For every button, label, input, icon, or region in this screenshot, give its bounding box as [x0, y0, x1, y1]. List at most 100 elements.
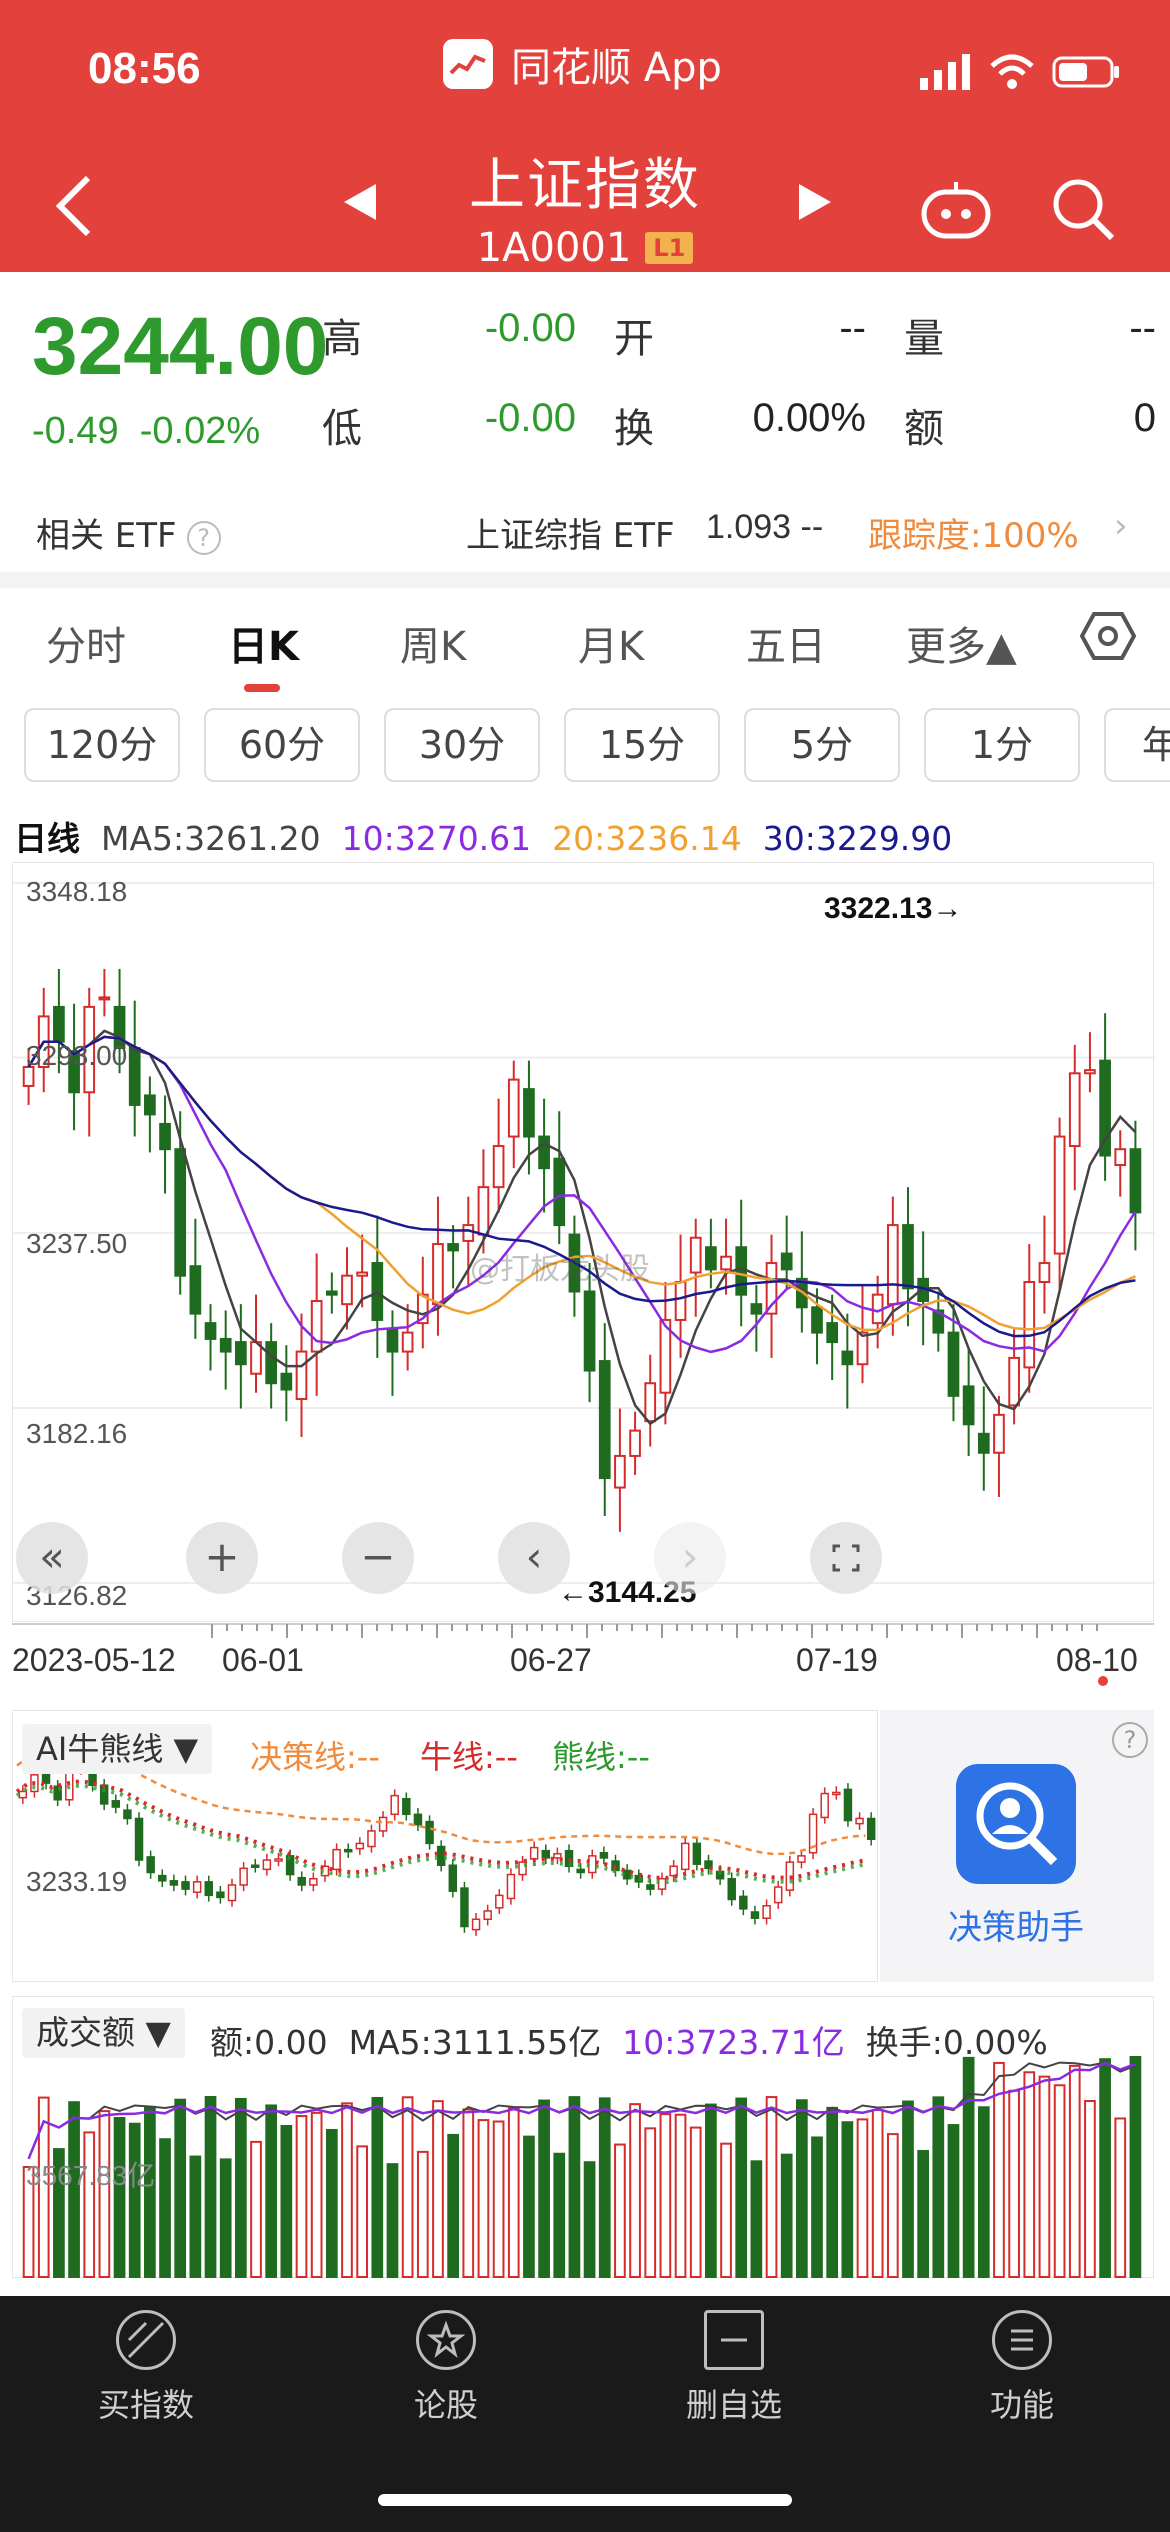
- assistant-label[interactable]: 决策助手: [948, 1900, 1084, 1949]
- zoom-out-icon[interactable]: −: [342, 1522, 414, 1594]
- volume-bar: [250, 2140, 262, 2278]
- tab-more[interactable]: 更多▲: [906, 614, 1017, 672]
- search-icon[interactable]: [1050, 176, 1116, 246]
- chevron-right-icon[interactable]: ›: [1114, 506, 1128, 546]
- volume-bar: [325, 2128, 338, 2278]
- ai-candle: [483, 1910, 492, 1921]
- volume-bar: [947, 2124, 960, 2278]
- status-icons: [918, 54, 1122, 90]
- tab-daily-k[interactable]: 日K: [228, 614, 299, 672]
- ai-candle: [367, 1830, 376, 1848]
- ai-candle: [332, 1848, 341, 1871]
- zoom-in-icon[interactable]: +: [186, 1522, 258, 1594]
- ai-candle: [378, 1816, 388, 1832]
- ai-candle: [413, 1813, 423, 1826]
- candle: [886, 1224, 899, 1306]
- robot-icon[interactable]: [920, 180, 992, 244]
- volume-bar: [1114, 2117, 1127, 2278]
- nav-buy-index[interactable]: 买指数: [46, 2310, 246, 2426]
- next-arrow-icon[interactable]: [795, 180, 835, 228]
- volume-bar: [113, 2117, 126, 2278]
- candle: [234, 1341, 247, 1366]
- fullscreen-icon[interactable]: [810, 1522, 882, 1594]
- ai-indicator-select[interactable]: AI牛熊线 ▼: [22, 1724, 213, 1774]
- turnover-value: 0.00%: [752, 396, 866, 440]
- volume-bar: [659, 2113, 672, 2279]
- candle: [462, 1224, 475, 1242]
- candle: [1053, 1135, 1066, 1255]
- turnover-label: 换: [614, 406, 654, 452]
- chip-120min[interactable]: 120分: [24, 708, 180, 782]
- candle: [644, 1382, 657, 1423]
- chip-1min[interactable]: 1分: [924, 708, 1080, 782]
- current-price: 3244.00: [32, 301, 329, 392]
- candle: [447, 1243, 459, 1252]
- tab-monthly-k[interactable]: 月K: [578, 614, 644, 672]
- nav-remove-watchlist[interactable]: 删自选: [634, 2310, 834, 2426]
- right-icon[interactable]: ›: [654, 1522, 726, 1594]
- chip-30min[interactable]: 30分: [384, 708, 540, 782]
- ai-candle: [471, 1918, 481, 1931]
- etf-tracking: 跟踪度:100%: [868, 516, 1079, 556]
- candle: [705, 1246, 717, 1271]
- chip-15min[interactable]: 15分: [564, 708, 720, 782]
- latest-dot: [1098, 1676, 1108, 1686]
- help-icon[interactable]: ?: [1112, 1722, 1148, 1758]
- candle: [144, 1094, 156, 1116]
- chip-60min[interactable]: 60分: [204, 708, 360, 782]
- title-block: 上证指数 1A0001 L1: [0, 140, 1170, 271]
- level-badge: L1: [645, 232, 694, 264]
- tab-intraday[interactable]: 分时: [46, 614, 126, 672]
- stock-code: 1A0001: [476, 225, 632, 271]
- signal-icon: [920, 54, 970, 90]
- volume-legend: 额:0.00 MA5:3111.55亿 10:3723.71亿 换手:0.00%: [210, 2023, 1048, 2062]
- volume-bar: [598, 2097, 611, 2278]
- remove-watchlist-icon: [704, 2310, 764, 2370]
- volume-indicator-select[interactable]: 成交额 ▼: [22, 2008, 185, 2058]
- candle: [1114, 1148, 1127, 1167]
- ai-candle: [134, 1817, 144, 1861]
- help-icon[interactable]: ?: [186, 520, 221, 555]
- nav-discuss[interactable]: 论股: [346, 2310, 546, 2426]
- volume-bar: [750, 2160, 763, 2278]
- kline-chart[interactable]: [12, 862, 1155, 1622]
- ai-candle: [239, 1867, 248, 1886]
- tab-five-day[interactable]: 五日: [746, 614, 826, 672]
- ai-candle: [762, 1904, 771, 1919]
- chip-year[interactable]: 年: [1104, 708, 1170, 782]
- volume-bar: [371, 2097, 384, 2278]
- ai-candle: [355, 1842, 365, 1850]
- app-logo-icon: [443, 39, 493, 89]
- price-change: -0.49 -0.02%: [32, 410, 261, 452]
- ma30-value: 30:3229.90: [762, 819, 953, 858]
- ai-candle: [216, 1891, 225, 1899]
- volume-bar: [128, 2122, 141, 2278]
- ai-candle: [390, 1794, 399, 1816]
- candle: [780, 1252, 793, 1271]
- ai-candle: [402, 1797, 411, 1816]
- chip-5min[interactable]: 5分: [744, 708, 900, 782]
- ai-candle: [111, 1800, 121, 1808]
- left-icon[interactable]: ‹: [498, 1522, 570, 1594]
- ai-candle: [309, 1877, 318, 1886]
- volume-bar: [356, 2145, 369, 2278]
- double-left-icon[interactable]: «: [16, 1522, 88, 1594]
- volume-bar: [416, 2150, 429, 2278]
- decision-assistant-icon[interactable]: [956, 1764, 1076, 1884]
- nav-functions[interactable]: 功能: [922, 2310, 1122, 2426]
- candle: [1084, 1069, 1096, 1075]
- candle: [1038, 1262, 1051, 1284]
- ai-candle: [448, 1864, 458, 1892]
- volume-bar: [917, 2149, 930, 2278]
- volume-bar: [553, 2152, 566, 2278]
- ai-candle: [820, 1792, 829, 1819]
- section-gap: [0, 572, 1170, 588]
- x-tick-label: 06-27: [510, 1642, 592, 1678]
- candle: [598, 1360, 611, 1480]
- settings-hexagon-icon[interactable]: [1079, 608, 1137, 668]
- etf-name[interactable]: 上证综指 ETF: [466, 508, 675, 557]
- tab-weekly-k[interactable]: 周K: [400, 614, 466, 672]
- volume-bar: [705, 2103, 717, 2278]
- candle: [507, 1078, 520, 1138]
- y-tick-label: 3237.50: [26, 1228, 128, 1259]
